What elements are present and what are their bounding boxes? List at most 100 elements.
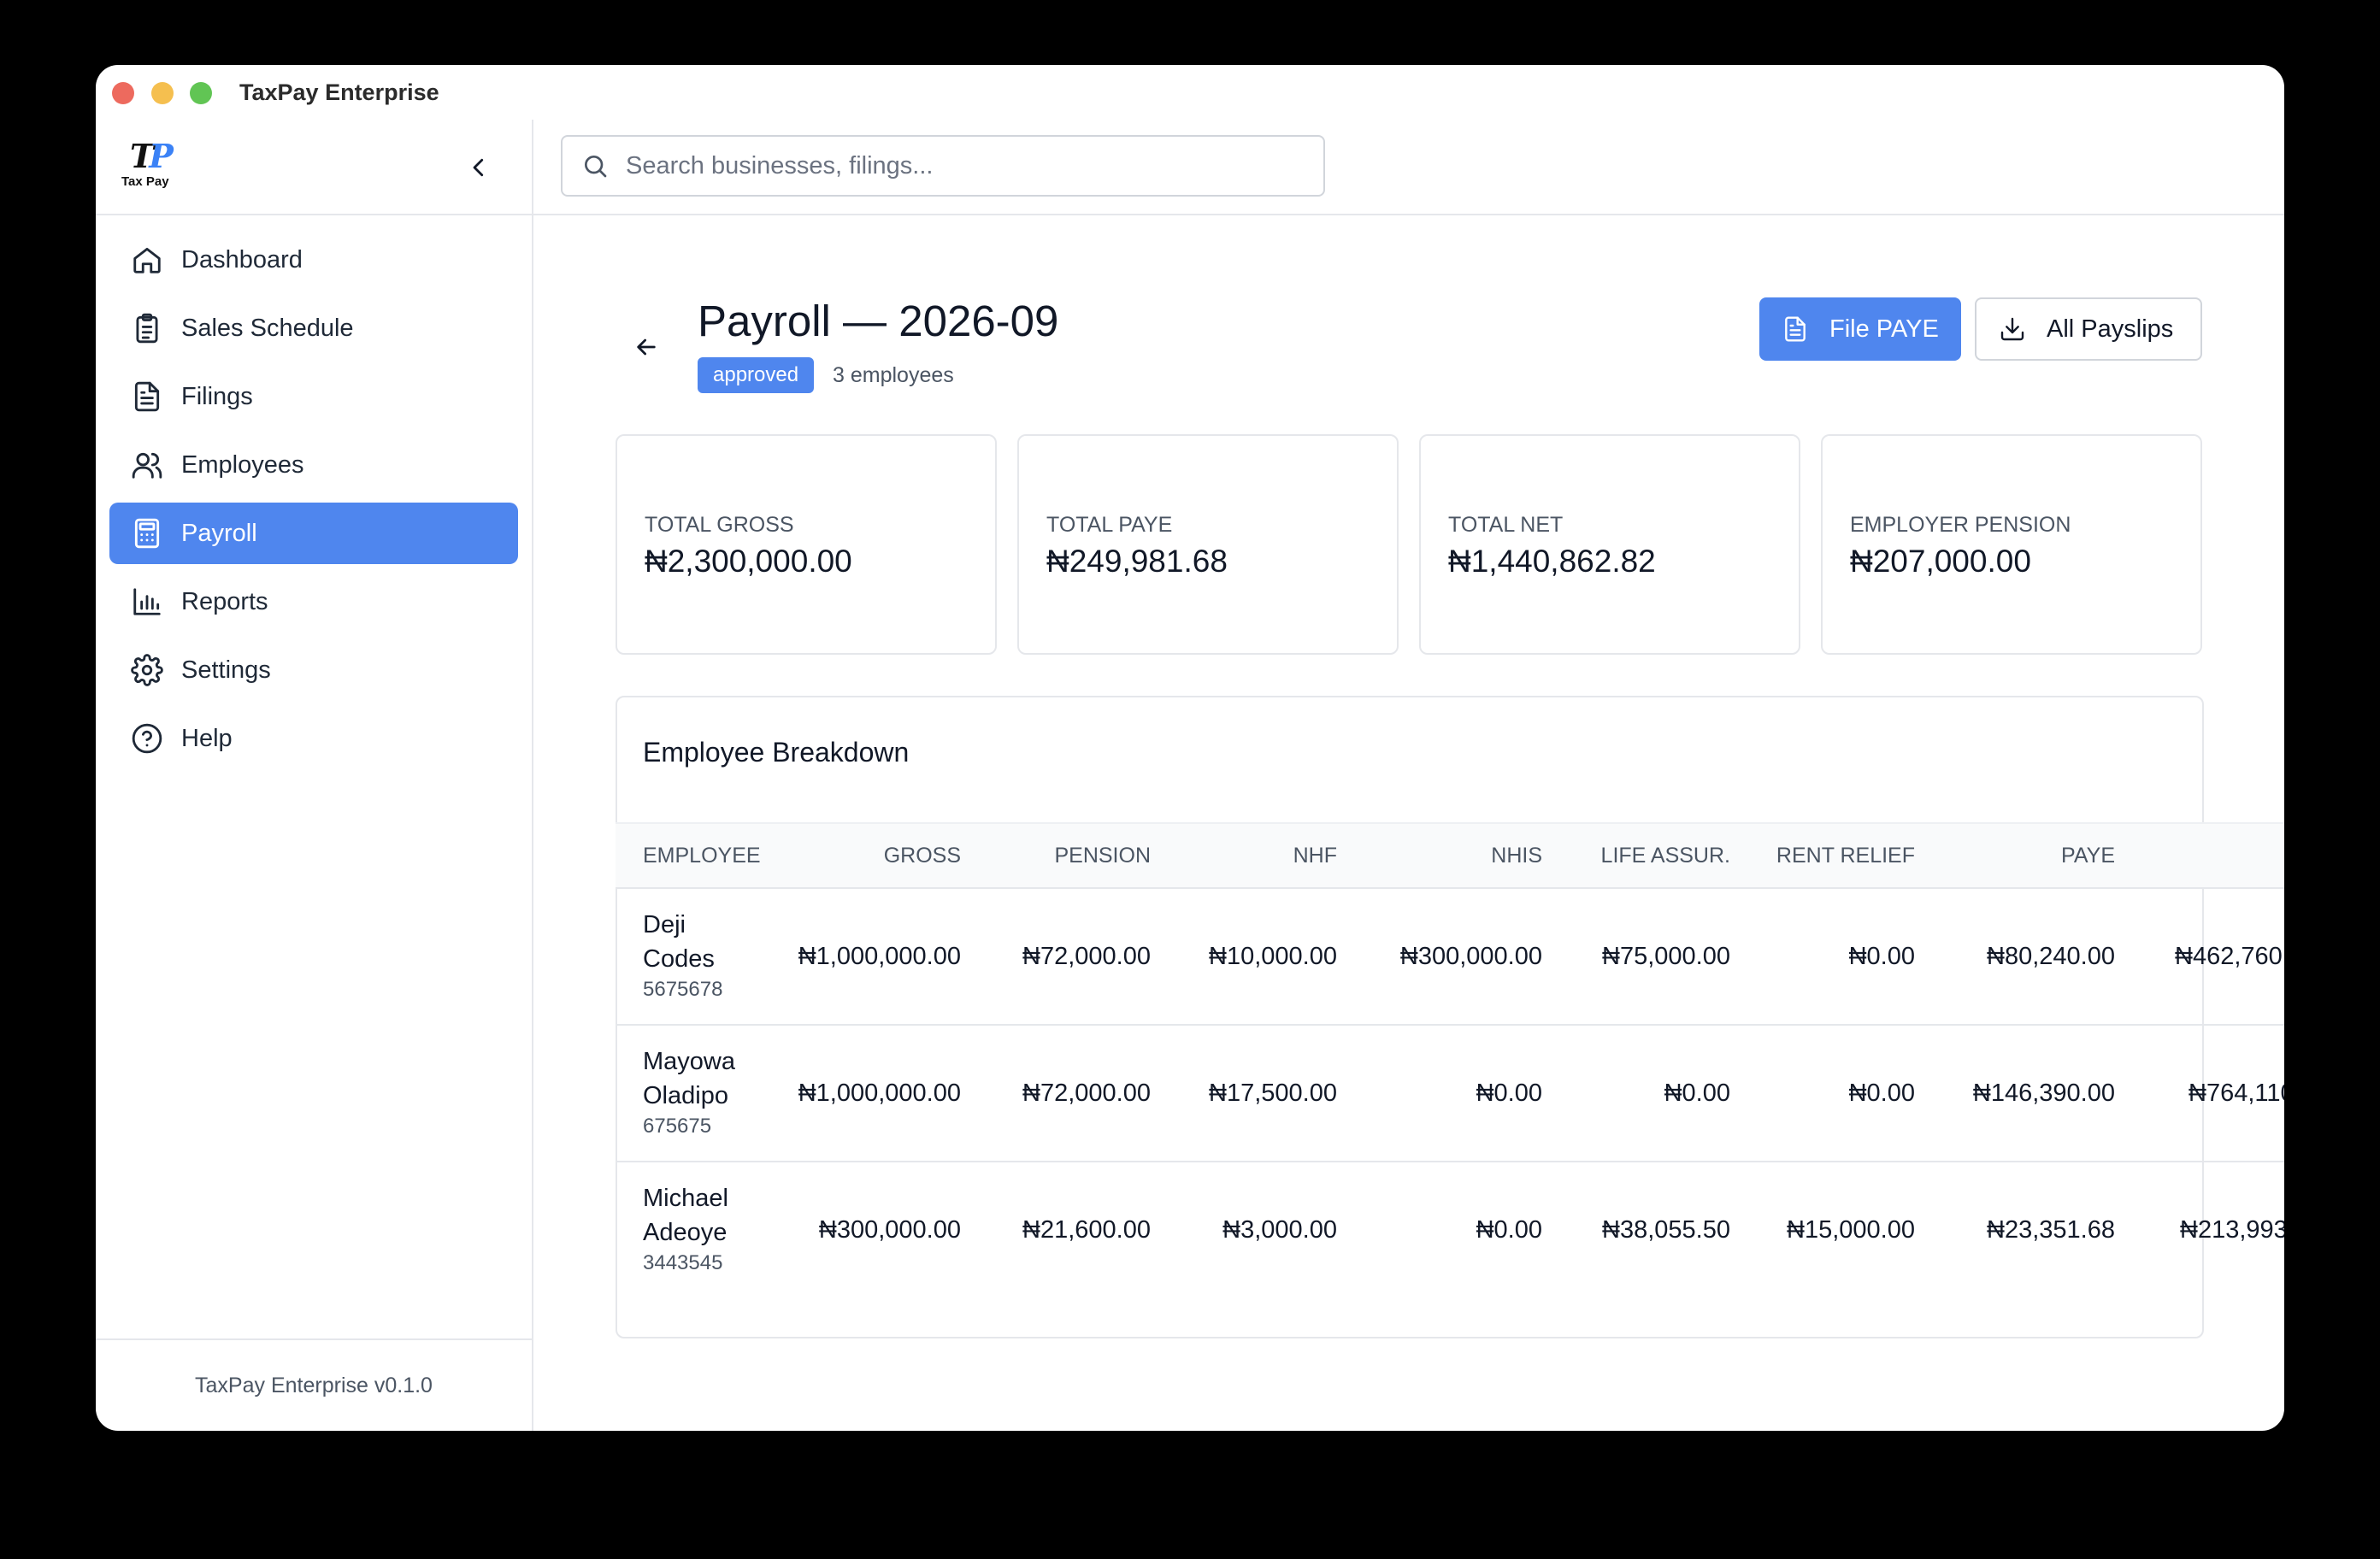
minimize-window-button[interactable] xyxy=(151,82,174,104)
sidebar-item-label: Payroll xyxy=(181,519,257,547)
file-text-icon xyxy=(1780,314,1811,344)
summary-card-total-gross: TOTAL GROSS ₦2,300,000.00 xyxy=(616,434,997,655)
cell-nhis: ₦0.00 xyxy=(1476,1216,1542,1244)
help-circle-icon xyxy=(130,721,164,756)
sidebar-item-label: Dashboard xyxy=(181,245,303,274)
sidebar-item-dashboard[interactable]: Dashboard xyxy=(109,229,518,291)
sidebar-item-settings[interactable]: Settings xyxy=(109,639,518,701)
summary-card-total-paye: TOTAL PAYE ₦249,981.68 xyxy=(1017,434,1399,655)
sidebar-divider xyxy=(96,214,532,215)
app-version: TaxPay Enterprise v0.1.0 xyxy=(195,1374,433,1397)
sidebar-item-label: Settings xyxy=(181,656,271,684)
clipboard-icon xyxy=(130,311,164,345)
cell-life-assurance: ₦0.00 xyxy=(1664,1080,1730,1107)
sidebar-item-filings[interactable]: Filings xyxy=(109,366,518,427)
cell-net: ₦213,993 xyxy=(2180,1216,2284,1244)
close-window-button[interactable] xyxy=(112,82,134,104)
employee-count: 3 employees xyxy=(833,363,954,387)
sidebar-item-employees[interactable]: Employees xyxy=(109,434,518,496)
employee-id: 675675 xyxy=(643,1115,712,1138)
cell-nhis: ₦0.00 xyxy=(1476,1080,1542,1107)
cell-pension: ₦72,000.00 xyxy=(1022,1080,1151,1107)
search-icon xyxy=(581,151,610,180)
cell-gross: ₦300,000.00 xyxy=(818,1216,961,1244)
cell-paye: ₦23,351.68 xyxy=(1987,1216,2115,1244)
sidebar: TP Tax Pay Dashboard Sales Schedule Fili… xyxy=(96,120,533,1431)
summary-card-employer-pension: EMPLOYER PENSION ₦207,000.00 xyxy=(1821,434,2202,655)
sidebar-item-label: Employees xyxy=(181,450,304,479)
table-row[interactable]: Mayowa Oladipo 675675 ₦1,000,000.00 ₦72,… xyxy=(616,1026,2284,1162)
cell-nhf: ₦3,000.00 xyxy=(1222,1216,1337,1244)
cell-nhis: ₦300,000.00 xyxy=(1399,943,1542,970)
zoom-window-button[interactable] xyxy=(190,82,212,104)
column-header-gross[interactable]: GROSS xyxy=(884,824,961,887)
status-badge: approved xyxy=(698,357,815,393)
cell-pension: ₦72,000.00 xyxy=(1022,943,1151,970)
column-header-employee[interactable]: EMPLOYEE xyxy=(643,824,761,887)
summary-value: ₦249,981.68 xyxy=(1046,544,1228,579)
summary-label: TOTAL GROSS xyxy=(645,513,794,537)
employee-id: 5675678 xyxy=(643,978,723,1001)
header-divider xyxy=(533,214,2284,215)
logo-text: Tax Pay xyxy=(121,174,169,189)
app-window: TaxPay Enterprise TP Tax Pay Dashboard S… xyxy=(96,65,2284,1431)
cell-life-assurance: ₦38,055.50 xyxy=(1602,1216,1730,1244)
sidebar-item-help[interactable]: Help xyxy=(109,708,518,769)
cell-rent-relief: ₦0.00 xyxy=(1848,1080,1915,1107)
sidebar-item-label: Reports xyxy=(181,587,268,615)
search-input[interactable] xyxy=(624,150,1294,181)
chevron-left-icon xyxy=(473,158,484,177)
all-payslips-button[interactable]: All Payslips xyxy=(1975,297,2202,361)
table-row[interactable]: Michael Adeoye 3443545 ₦300,000.00 ₦21,6… xyxy=(616,1162,2284,1299)
download-icon xyxy=(1997,314,2028,344)
title-bar: TaxPay Enterprise xyxy=(96,65,2284,120)
sidebar-item-reports[interactable]: Reports xyxy=(109,571,518,632)
summary-value: ₦2,300,000.00 xyxy=(645,544,852,579)
employee-name: Michael Adeoye xyxy=(643,1185,728,1246)
sidebar-item-sales-schedule[interactable]: Sales Schedule xyxy=(109,297,518,359)
column-header-rent-relief[interactable]: RENT RELIEF xyxy=(1776,824,1915,887)
column-header-life-assurance[interactable]: LIFE ASSUR. xyxy=(1601,824,1730,887)
employee-name: Deji Codes xyxy=(643,911,715,973)
search-bar[interactable] xyxy=(561,135,1325,197)
cell-net: ₦764,110 xyxy=(2189,1080,2284,1107)
cell-paye: ₦80,240.00 xyxy=(1987,943,2115,970)
column-header-pension[interactable]: PENSION xyxy=(1054,824,1151,887)
file-paye-button[interactable]: File PAYE xyxy=(1759,297,1961,361)
sidebar-item-label: Help xyxy=(181,724,233,752)
sidebar-item-label: Filings xyxy=(181,382,253,410)
sidebar-nav: Dashboard Sales Schedule Filings Employe… xyxy=(109,229,518,776)
sidebar-item-label: Sales Schedule xyxy=(181,314,354,342)
employee-id: 3443545 xyxy=(643,1251,723,1274)
column-header-paye[interactable]: PAYE xyxy=(2061,824,2115,887)
all-payslips-label: All Payslips xyxy=(2047,315,2174,343)
cell-nhf: ₦10,000.00 xyxy=(1209,943,1337,970)
cell-rent-relief: ₦15,000.00 xyxy=(1787,1216,1915,1244)
summary-value: ₦1,440,862.82 xyxy=(1448,544,1656,579)
summary-label: TOTAL NET xyxy=(1448,513,1564,537)
collapse-sidebar-button[interactable] xyxy=(462,150,496,185)
table-row[interactable]: Deji Codes 5675678 ₦1,000,000.00 ₦72,000… xyxy=(616,889,2284,1026)
cell-life-assurance: ₦75,000.00 xyxy=(1602,943,1730,970)
home-icon xyxy=(130,243,164,277)
cell-nhf: ₦17,500.00 xyxy=(1209,1080,1337,1107)
taxpay-logo: TP Tax Pay xyxy=(121,137,174,189)
page-title: Payroll — 2026-09 xyxy=(698,297,1059,345)
sidebar-item-payroll[interactable]: Payroll xyxy=(109,503,518,564)
summary-value: ₦207,000.00 xyxy=(1850,544,2031,579)
summary-label: TOTAL PAYE xyxy=(1046,513,1173,537)
column-header-nhis[interactable]: NHIS xyxy=(1491,824,1542,887)
cell-gross: ₦1,000,000.00 xyxy=(798,943,961,970)
cell-paye: ₦146,390.00 xyxy=(1972,1080,2115,1107)
cell-net: ₦462,760 xyxy=(2175,943,2283,970)
summary-card-total-net: TOTAL NET ₦1,440,862.82 xyxy=(1419,434,1800,655)
window-title: TaxPay Enterprise xyxy=(239,79,439,105)
back-button[interactable] xyxy=(627,328,665,366)
cell-gross: ₦1,000,000.00 xyxy=(798,1080,961,1107)
bar-chart-icon xyxy=(130,585,164,619)
users-icon xyxy=(130,448,164,482)
column-header-nhf[interactable]: NHF xyxy=(1293,824,1337,887)
employee-name: Mayowa Oladipo xyxy=(643,1048,735,1109)
calculator-icon xyxy=(130,516,164,550)
table-header: EMPLOYEE GROSS PENSION NHF NHIS LIFE ASS… xyxy=(616,822,2284,889)
